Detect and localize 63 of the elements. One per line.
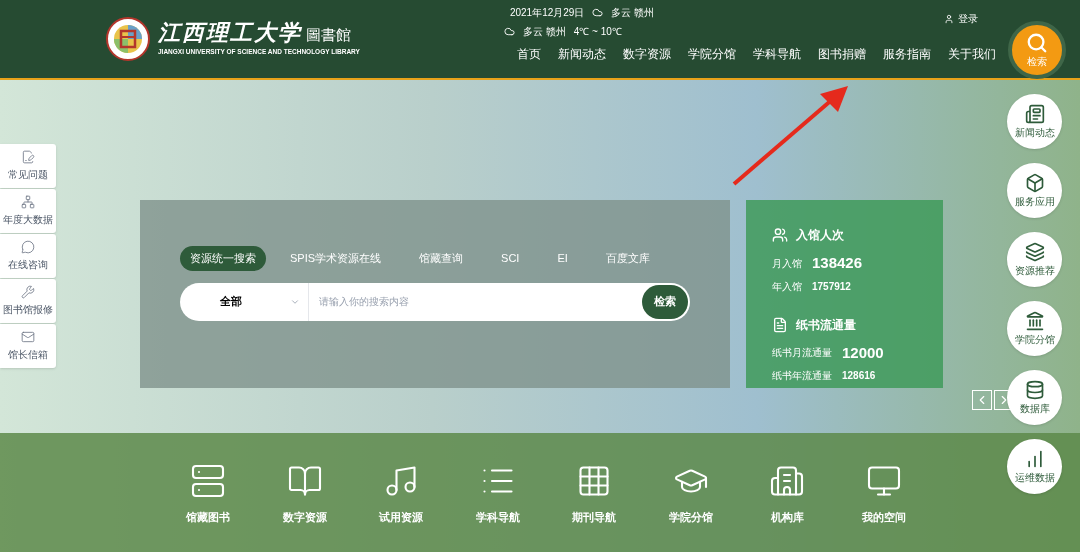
nav-link[interactable]: 首页 bbox=[517, 45, 541, 63]
stacked-drawers-icon bbox=[190, 463, 227, 499]
chat-bubble-icon bbox=[21, 240, 35, 254]
stats-title: 纸书流通量 bbox=[796, 316, 856, 334]
search-tab[interactable]: 资源统一搜索 bbox=[180, 246, 266, 271]
stats-label: 纸书月流通量 bbox=[772, 346, 832, 361]
nav-link[interactable]: 数字资源 bbox=[623, 45, 671, 63]
nav-link[interactable]: 关于我们 bbox=[948, 45, 996, 63]
stats-label: 月入馆 bbox=[772, 256, 802, 271]
building-columns-icon bbox=[1024, 310, 1045, 331]
sidebar-item[interactable]: 年度大数据 bbox=[0, 189, 56, 233]
sidebar-item[interactable]: 图书馆报修 bbox=[0, 279, 56, 323]
nav-link[interactable]: 学院分馆 bbox=[688, 45, 736, 63]
document-icon bbox=[772, 316, 788, 333]
newspaper-icon bbox=[1024, 103, 1045, 124]
database-icon bbox=[1024, 379, 1045, 400]
people-icon bbox=[772, 227, 788, 243]
nav-link[interactable]: 学科导航 bbox=[753, 45, 801, 63]
sidebar-item[interactable]: 在线咨询 bbox=[0, 234, 56, 278]
cube-icon bbox=[1024, 172, 1045, 193]
scope-select[interactable]: 全部 bbox=[180, 282, 308, 321]
previous-button[interactable] bbox=[972, 390, 992, 410]
floating-menu-button[interactable]: 数据库 bbox=[1007, 370, 1062, 425]
library-title: 江西理工大学 bbox=[158, 21, 302, 44]
sidebar-item[interactable]: 馆长信箱 bbox=[0, 324, 56, 368]
university-seal-icon bbox=[106, 17, 150, 61]
nodes-icon bbox=[21, 195, 35, 209]
wrench-icon bbox=[21, 285, 35, 299]
nav-link[interactable]: 图书捐赠 bbox=[818, 45, 866, 63]
sidebar-item[interactable]: 常见问题 bbox=[0, 144, 56, 188]
cloud-icon bbox=[503, 26, 515, 37]
floating-menu-button[interactable]: 服务应用 bbox=[1007, 163, 1062, 218]
layers-icon bbox=[1024, 241, 1045, 262]
nav-link[interactable]: 新闻动态 bbox=[558, 45, 606, 63]
user-icon bbox=[944, 13, 954, 24]
quick-link[interactable]: 期刊导航 bbox=[546, 463, 643, 552]
quick-link[interactable]: 学院分馆 bbox=[642, 463, 739, 552]
quick-link[interactable]: 学科导航 bbox=[449, 463, 546, 552]
temperature-text: 4℃ ~ 10℃ bbox=[573, 25, 622, 39]
note-edit-icon bbox=[21, 150, 35, 164]
floating-menu-button[interactable]: 资源推荐 bbox=[1007, 232, 1062, 287]
stats-value: 12000 bbox=[842, 342, 884, 363]
date-text: 2021年12月29日 bbox=[509, 6, 585, 20]
weather-text: 多云 赣州 bbox=[522, 25, 566, 39]
library-suffix: 圖書館 bbox=[306, 28, 351, 44]
nav-link[interactable]: 服务指南 bbox=[883, 45, 931, 63]
quick-link[interactable]: 我的空间 bbox=[835, 463, 932, 552]
floating-menu-button[interactable]: 新闻动态 bbox=[1007, 94, 1062, 149]
stats-label: 纸书年流通量 bbox=[772, 369, 832, 383]
stats-label: 年入馆 bbox=[772, 279, 802, 294]
stats-value: 1757912 bbox=[812, 279, 851, 294]
weather-text: 多云 赣州 bbox=[611, 6, 655, 20]
login-link[interactable]: 登录 bbox=[944, 11, 978, 26]
quick-link[interactable]: 机构库 bbox=[739, 463, 836, 552]
floating-menu-button[interactable]: 学院分馆 bbox=[1007, 301, 1062, 356]
monitor-icon bbox=[865, 463, 902, 499]
stats-value: 138426 bbox=[812, 253, 863, 273]
mail-icon bbox=[21, 330, 35, 344]
cloud-icon bbox=[592, 7, 604, 18]
stats-value: 128616 bbox=[842, 369, 876, 383]
building-icon bbox=[769, 463, 806, 499]
search-icon bbox=[1026, 31, 1048, 54]
stats-title: 入馆人次 bbox=[796, 227, 844, 244]
